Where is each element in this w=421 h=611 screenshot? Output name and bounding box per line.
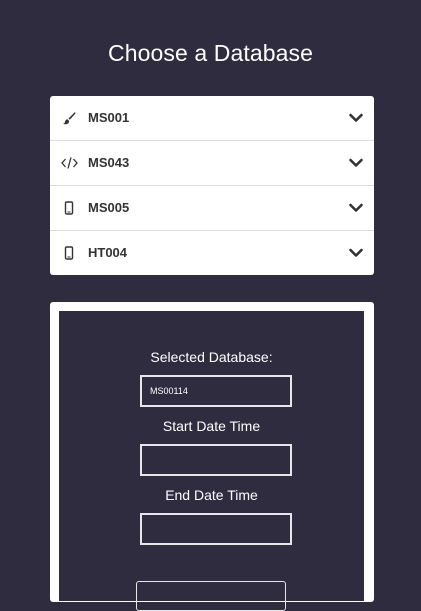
database-label: MS043	[88, 155, 130, 170]
database-label: HT004	[88, 245, 128, 260]
database-item-ht004[interactable]: HT004	[50, 231, 374, 275]
code-icon	[60, 141, 78, 185]
database-label: MS001	[88, 110, 130, 125]
chevron-down-icon[interactable]	[348, 200, 364, 216]
mobile-icon	[60, 231, 78, 275]
database-list: MS001 MS043 MS005 HT004	[50, 96, 374, 275]
database-label: MS005	[88, 200, 130, 215]
brush-icon	[60, 96, 78, 140]
submit-button[interactable]	[136, 581, 286, 611]
mobile-icon	[60, 186, 78, 230]
page-title: Choose a Database	[107, 40, 313, 66]
database-item-ms043[interactable]: MS043	[50, 141, 374, 186]
start-date-time-label: Start Date Time	[162, 418, 261, 434]
end-date-time-label: End Date Time	[165, 487, 258, 503]
start-date-time-field[interactable]	[140, 444, 292, 476]
database-item-ms001[interactable]: MS001	[50, 96, 374, 141]
database-item-ms005[interactable]: MS005	[50, 186, 374, 231]
chevron-down-icon[interactable]	[348, 245, 364, 261]
selected-database-field[interactable]	[140, 375, 292, 407]
chevron-down-icon[interactable]	[348, 155, 364, 171]
query-panel: Selected Database: Start Date Time End D…	[50, 302, 374, 611]
end-date-time-field[interactable]	[140, 513, 292, 545]
selected-database-label: Selected Database:	[150, 349, 273, 365]
chevron-down-icon[interactable]	[348, 110, 364, 126]
query-form: Selected Database: Start Date Time End D…	[59, 311, 364, 611]
